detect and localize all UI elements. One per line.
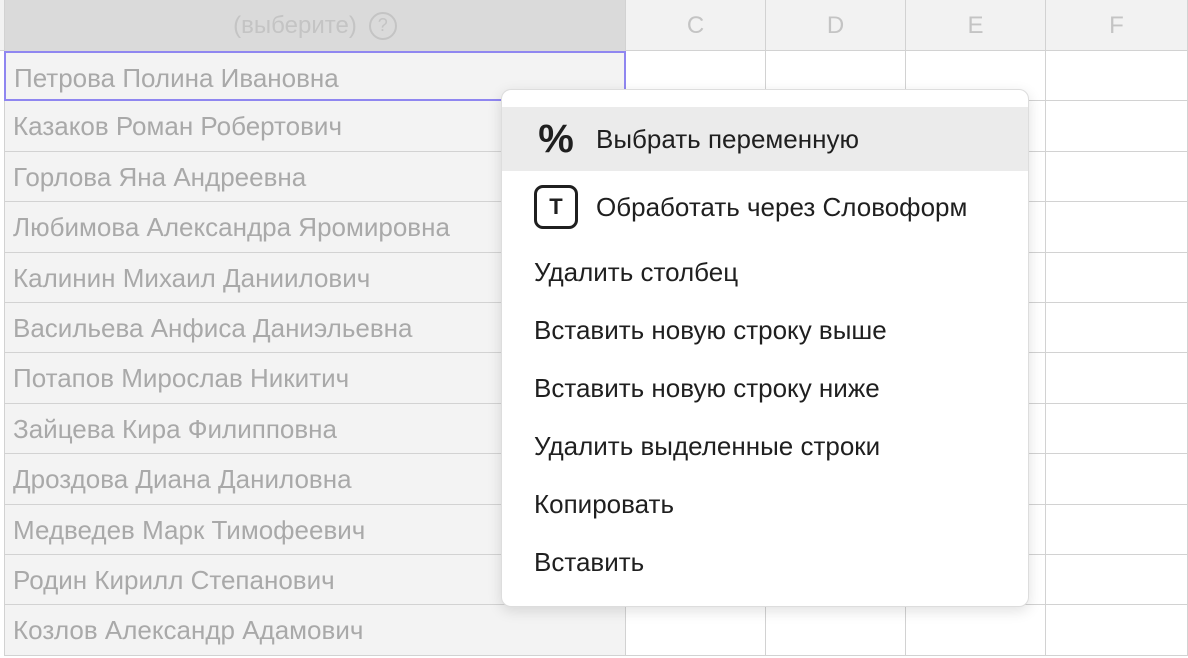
menu-item-label: Выбрать переменную [596, 123, 859, 154]
table-cell[interactable] [1046, 51, 1188, 102]
menu-item-label: Вставить новую строку ниже [534, 372, 880, 403]
table-cell[interactable]: Козлов Александр Адамович [4, 605, 626, 656]
table-cell[interactable] [766, 605, 906, 656]
menu-item-delete-selected-rows[interactable]: Удалить выделенные строки [502, 417, 1028, 475]
menu-item-label: Удалить выделенные строки [534, 430, 881, 461]
table-cell[interactable] [1046, 403, 1188, 455]
table-cell[interactable] [1046, 605, 1188, 656]
column-header-f[interactable]: F [1046, 0, 1188, 51]
menu-item-label: Обработать через Словоформ [596, 191, 968, 222]
column-header-placeholder: (выберите) [233, 11, 357, 39]
table-cell[interactable] [1046, 504, 1188, 555]
table-cell[interactable] [1046, 454, 1188, 505]
table-cell[interactable] [906, 605, 1046, 656]
table-cell[interactable] [1046, 353, 1188, 404]
column-header-row: (выберите) ? C D E F [0, 0, 1188, 51]
table-cell[interactable] [1046, 101, 1188, 152]
menu-item-insert-row-above[interactable]: Вставить новую строку выше [502, 301, 1028, 359]
t-box-icon: T [534, 185, 578, 229]
column-header-e[interactable]: E [906, 0, 1046, 51]
table-cell[interactable] [1046, 202, 1188, 253]
menu-item-label: Удалить столбец [534, 256, 739, 287]
spreadsheet: (выберите) ? C D E F Петрова Полина Иван… [0, 0, 1188, 658]
table-cell[interactable] [1046, 555, 1188, 606]
help-icon[interactable]: ? [368, 11, 397, 40]
column-header-c[interactable]: C [626, 0, 766, 51]
percent-icon: % [538, 116, 574, 161]
table-cell[interactable] [1046, 151, 1188, 203]
menu-item-label: Копировать [534, 488, 674, 519]
column-header-b[interactable]: (выберите) ? [4, 0, 626, 51]
menu-item-insert-row-below[interactable]: Вставить новую строку ниже [502, 359, 1028, 417]
table-cell[interactable] [1046, 252, 1188, 303]
menu-item-copy[interactable]: Копировать [502, 475, 1028, 533]
table-row: Козлов Александр Адамович [0, 605, 1188, 656]
menu-item-label: Вставить новую строку выше [534, 314, 887, 345]
context-menu: % Выбрать переменную T Обработать через … [501, 89, 1029, 607]
table-cell[interactable] [626, 605, 766, 656]
menu-item-select-variable[interactable]: % Выбрать переменную [502, 107, 1028, 171]
menu-item-paste[interactable]: Вставить [502, 533, 1028, 591]
menu-item-label: Вставить [534, 546, 645, 577]
table-cell[interactable] [1046, 303, 1188, 354]
column-header-d[interactable]: D [766, 0, 906, 51]
menu-item-delete-column[interactable]: Удалить столбец [502, 243, 1028, 301]
menu-item-process-slovoform[interactable]: T Обработать через Словоформ [502, 178, 1028, 236]
